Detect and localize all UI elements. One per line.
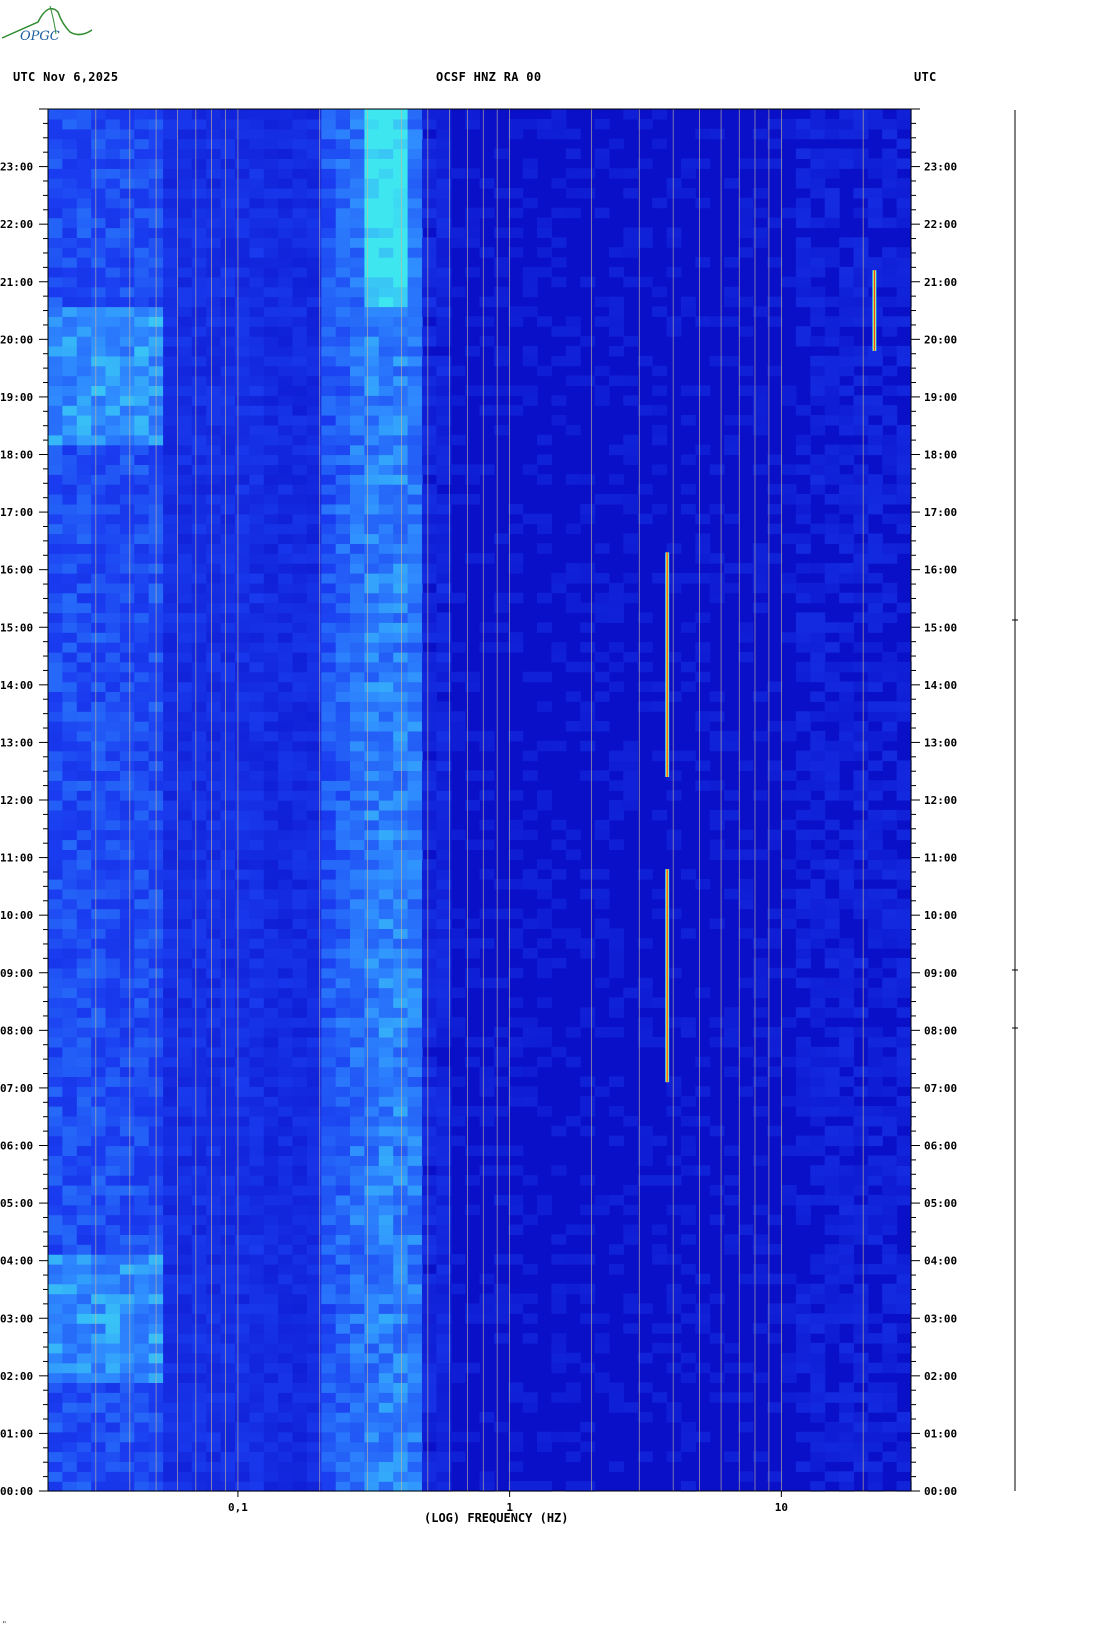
y-tick-label-right: 20:00 [924, 333, 957, 346]
x-axis-label: (LOG) FREQUENCY (HZ) [424, 1511, 569, 1525]
x-tick-label: 0,1 [228, 1501, 248, 1514]
y-tick-label-left: 03:00 [0, 1312, 33, 1325]
y-tick-label-left: 17:00 [0, 506, 33, 519]
y-tick-label-right: 11:00 [924, 852, 957, 865]
y-tick-label-right: 09:00 [924, 967, 957, 980]
y-tick-label-left: 16:00 [0, 564, 33, 577]
footer-mark: " [2, 1620, 7, 1629]
y-tick-label-right: 07:00 [924, 1082, 957, 1095]
y-tick-label-left: 13:00 [0, 736, 33, 749]
y-tick-label-right: 08:00 [924, 1024, 957, 1037]
y-tick-label-left: 00:00 [0, 1485, 33, 1498]
y-tick-label-left: 10:00 [0, 909, 33, 922]
y-tick-label-right: 22:00 [924, 218, 957, 231]
y-tick-label-right: 03:00 [924, 1312, 957, 1325]
y-tick-label-left: 19:00 [0, 391, 33, 404]
y-tick-label-right: 05:00 [924, 1197, 957, 1210]
x-tick-label: 10 [775, 1501, 788, 1514]
y-tick-label-right: 12:00 [924, 794, 957, 807]
y-tick-label-left: 18:00 [0, 449, 33, 462]
y-tick-label-left: 22:00 [0, 218, 33, 231]
y-tick-label-right: 19:00 [924, 391, 957, 404]
y-tick-label-right: 21:00 [924, 276, 957, 289]
y-tick-label-right: 10:00 [924, 909, 957, 922]
y-tick-label-right: 17:00 [924, 506, 957, 519]
y-tick-label-left: 14:00 [0, 679, 33, 692]
y-tick-label-left: 02:00 [0, 1370, 33, 1383]
y-tick-label-right: 02:00 [924, 1370, 957, 1383]
y-tick-label-right: 16:00 [924, 564, 957, 577]
y-tick-label-right: 18:00 [924, 449, 957, 462]
y-tick-label-right: 15:00 [924, 621, 957, 634]
y-tick-label-right: 14:00 [924, 679, 957, 692]
y-tick-label-left: 04:00 [0, 1255, 33, 1268]
y-tick-label-left: 23:00 [0, 161, 33, 174]
y-tick-label-left: 09:00 [0, 967, 33, 980]
spectrogram-chart: 00:00 00:00 01:00 01:00 02:00 02:00 03:00 03:00… [0, 108, 1018, 1514]
y-tick-label-left: 21:00 [0, 276, 33, 289]
y-tick-label-left: 08:00 [0, 1024, 33, 1037]
y-tick-label-left: 07:00 [0, 1082, 33, 1095]
y-tick-label-left: 12:00 [0, 794, 33, 807]
y-tick-label-right: 01:00 [924, 1427, 957, 1440]
y-tick-label-right: 13:00 [924, 736, 957, 749]
y-tick-label-right: 04:00 [924, 1255, 957, 1268]
y-tick-label-left: 20:00 [0, 333, 33, 346]
y-tick-label-left: 15:00 [0, 621, 33, 634]
y-tick-label-right: 23:00 [924, 161, 957, 174]
y-tick-label-left: 01:00 [0, 1427, 33, 1440]
y-tick-label-left: 06:00 [0, 1140, 33, 1153]
y-tick-label-left: 11:00 [0, 852, 33, 865]
y-tick-label-right: 00:00 [924, 1485, 957, 1498]
y-tick-label-right: 06:00 [924, 1140, 957, 1153]
y-tick-label-left: 05:00 [0, 1197, 33, 1210]
